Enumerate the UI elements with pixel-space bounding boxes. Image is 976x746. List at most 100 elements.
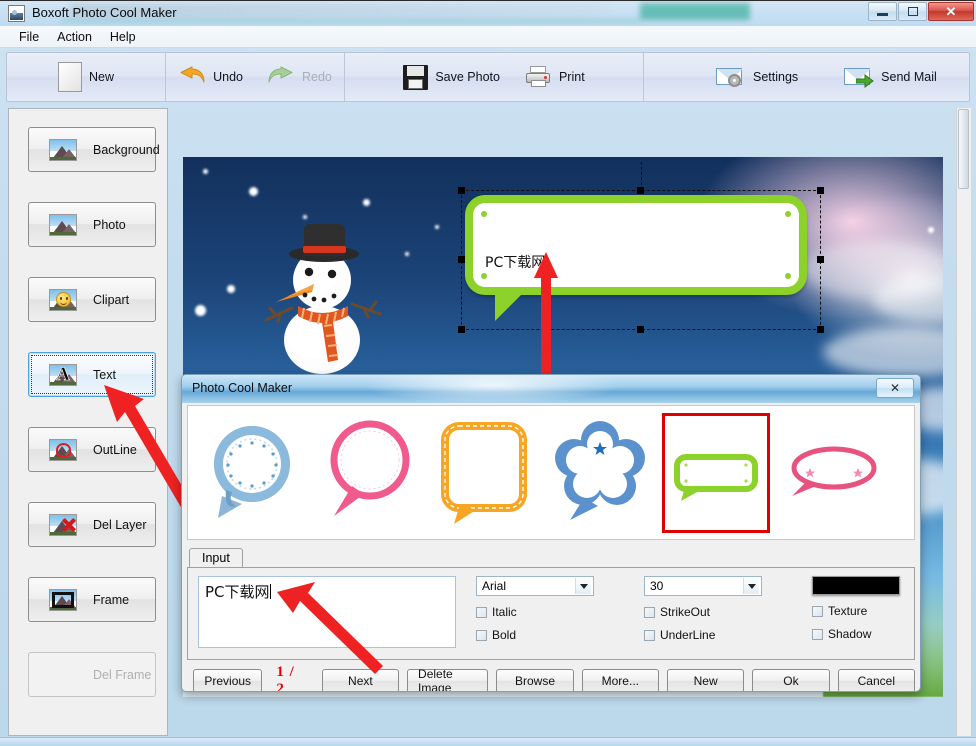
- undo-button-label: Undo: [213, 70, 243, 84]
- checkbox-box[interactable]: [812, 628, 823, 640]
- previous-button[interactable]: Previous: [193, 669, 263, 691]
- sidebar-item-clipart[interactable]: Clipart: [28, 277, 156, 322]
- chevron-down-icon[interactable]: [575, 578, 591, 594]
- send-mail-button-label: Send Mail: [881, 70, 937, 84]
- font-column: Arial Italic Bold: [476, 576, 594, 642]
- template-thumb-green-rounded-bubble[interactable]: [662, 412, 770, 533]
- sidebar-item-frame[interactable]: Frame: [28, 577, 156, 622]
- sidebar-item-clipart-label: Clipart: [93, 292, 130, 307]
- resize-handle-w[interactable]: [458, 256, 465, 263]
- printer-icon: [524, 66, 552, 88]
- template-thumb-pink-ellipse-bubble[interactable]: [778, 412, 886, 533]
- window-title: Boxoft Photo Cool Maker: [32, 5, 177, 20]
- dialog-close-button[interactable]: ✕: [876, 378, 914, 398]
- font-family-combo[interactable]: Arial: [476, 576, 594, 596]
- template-thumb-blue-cloud-bubble[interactable]: [546, 412, 654, 533]
- checkbox-strikeout[interactable]: StrikeOut: [644, 605, 762, 619]
- resize-handle-n[interactable]: [637, 187, 644, 194]
- dialog-button-row: Previous 1 / 2 Next Delete Image Browse …: [187, 664, 915, 691]
- maximize-button[interactable]: [898, 2, 927, 21]
- sidebar-item-background[interactable]: Background: [28, 127, 160, 172]
- tab-input[interactable]: Input: [189, 548, 243, 567]
- checkbox-shadow[interactable]: Shadow: [812, 627, 900, 641]
- ok-button[interactable]: Ok: [752, 669, 830, 691]
- new-button[interactable]: New: [46, 58, 126, 96]
- more-button[interactable]: More...: [581, 669, 659, 691]
- redo-button-label: Redo: [302, 70, 332, 84]
- dialog-body: Input PC下载网 Arial Italic Bold 30 StrikeO…: [187, 405, 915, 691]
- sidebar-item-photo[interactable]: Photo: [28, 202, 156, 247]
- delete-image-button[interactable]: Delete Image: [407, 667, 489, 691]
- checkbox-box[interactable]: [476, 606, 487, 618]
- resize-handle-se[interactable]: [817, 326, 824, 333]
- checkbox-texture-label: Texture: [828, 604, 868, 618]
- checkbox-box[interactable]: [476, 629, 487, 641]
- checkbox-shadow-label: Shadow: [828, 627, 872, 641]
- photo-frame-icon: [49, 588, 77, 611]
- application-window: Boxoft Photo Cool Maker ✕ File Action He…: [0, 0, 976, 746]
- menu-item-action[interactable]: Action: [48, 28, 101, 46]
- settings-button-label: Settings: [753, 70, 799, 84]
- text-color-swatch[interactable]: [812, 576, 900, 595]
- cancel-button[interactable]: Cancel: [837, 669, 915, 691]
- checkbox-bold[interactable]: Bold: [476, 628, 594, 642]
- speech-bubble-text-object[interactable]: PC下载网: [458, 162, 824, 333]
- checkbox-box[interactable]: [644, 606, 655, 618]
- scrollbar-thumb[interactable]: [958, 109, 969, 189]
- browse-button[interactable]: Browse: [496, 669, 574, 691]
- print-button[interactable]: Print: [512, 62, 597, 92]
- minimize-button[interactable]: [868, 2, 897, 21]
- checkbox-bold-label: Bold: [492, 628, 517, 642]
- mail-send-icon: [844, 66, 875, 88]
- next-button[interactable]: Next: [321, 669, 400, 691]
- save-photo-button[interactable]: Save Photo: [391, 61, 512, 94]
- dialog-title-bar: Photo Cool Maker ✕: [182, 375, 920, 403]
- speech-bubble-shape: [465, 195, 807, 321]
- checkbox-box[interactable]: [644, 629, 655, 641]
- toolbar-group-history: Undo Redo: [166, 53, 345, 101]
- toolbar-group-output: Save Photo Print: [345, 53, 644, 101]
- photo-frame-del-icon: [49, 664, 77, 686]
- template-thumb-orange-square-bubble[interactable]: [430, 412, 538, 533]
- resize-handle-e[interactable]: [817, 256, 824, 263]
- checkbox-texture[interactable]: Texture: [812, 604, 900, 618]
- undo-button[interactable]: Undo: [166, 62, 255, 92]
- checkbox-italic[interactable]: Italic: [476, 605, 594, 619]
- sidebar-item-del-layer[interactable]: Del Layer: [28, 502, 156, 547]
- dialog-title: Photo Cool Maker: [192, 381, 293, 395]
- menu-item-file[interactable]: File: [10, 28, 48, 46]
- resize-handle-ne[interactable]: [817, 187, 824, 194]
- template-thumb-pink-circle-bubble[interactable]: [314, 412, 422, 533]
- close-button[interactable]: ✕: [928, 2, 974, 21]
- input-panel: PC下载网 Arial Italic Bold 30 StrikeOut Und…: [187, 567, 915, 660]
- text-input-value: PC下载网: [205, 583, 270, 601]
- menu-item-help[interactable]: Help: [101, 28, 145, 46]
- photo-thumb-icon: [49, 213, 77, 236]
- send-mail-button[interactable]: Send Mail: [832, 62, 949, 92]
- chevron-down-icon[interactable]: [743, 578, 759, 594]
- checkbox-box[interactable]: [812, 605, 823, 617]
- size-column: 30 StrikeOut UnderLine: [644, 576, 762, 642]
- sidebar-item-outline-label: OutLine: [93, 442, 137, 457]
- font-size-combo[interactable]: 30: [644, 576, 762, 596]
- sidebar-item-frame-label: Frame: [93, 592, 130, 607]
- resize-handle-s[interactable]: [637, 326, 644, 333]
- menu-bar: File Action Help: [0, 26, 976, 48]
- settings-button[interactable]: Settings: [704, 62, 810, 92]
- floppy-disk-icon: [403, 64, 429, 90]
- sidebar-item-del-frame[interactable]: Del Frame: [28, 652, 156, 697]
- template-thumb-blue-circle-bubble[interactable]: [198, 412, 306, 533]
- save-photo-button-label: Save Photo: [435, 70, 500, 84]
- checkbox-underline[interactable]: UnderLine: [644, 628, 762, 642]
- new-template-button[interactable]: New: [666, 669, 745, 691]
- redo-button[interactable]: Redo: [255, 62, 344, 92]
- sidebar-item-del-frame-label: Del Frame: [93, 667, 152, 682]
- snowman-clipart[interactable]: [258, 212, 388, 382]
- resize-handle-sw[interactable]: [458, 326, 465, 333]
- sidebar-item-outline[interactable]: OutLine: [28, 427, 156, 472]
- workspace-scrollbar[interactable]: [956, 108, 971, 736]
- photo-smiley-icon: [49, 288, 77, 311]
- resize-handle-nw[interactable]: [458, 187, 465, 194]
- sidebar-item-text[interactable]: A Text: [28, 352, 156, 397]
- text-input-field[interactable]: PC下载网: [198, 576, 456, 648]
